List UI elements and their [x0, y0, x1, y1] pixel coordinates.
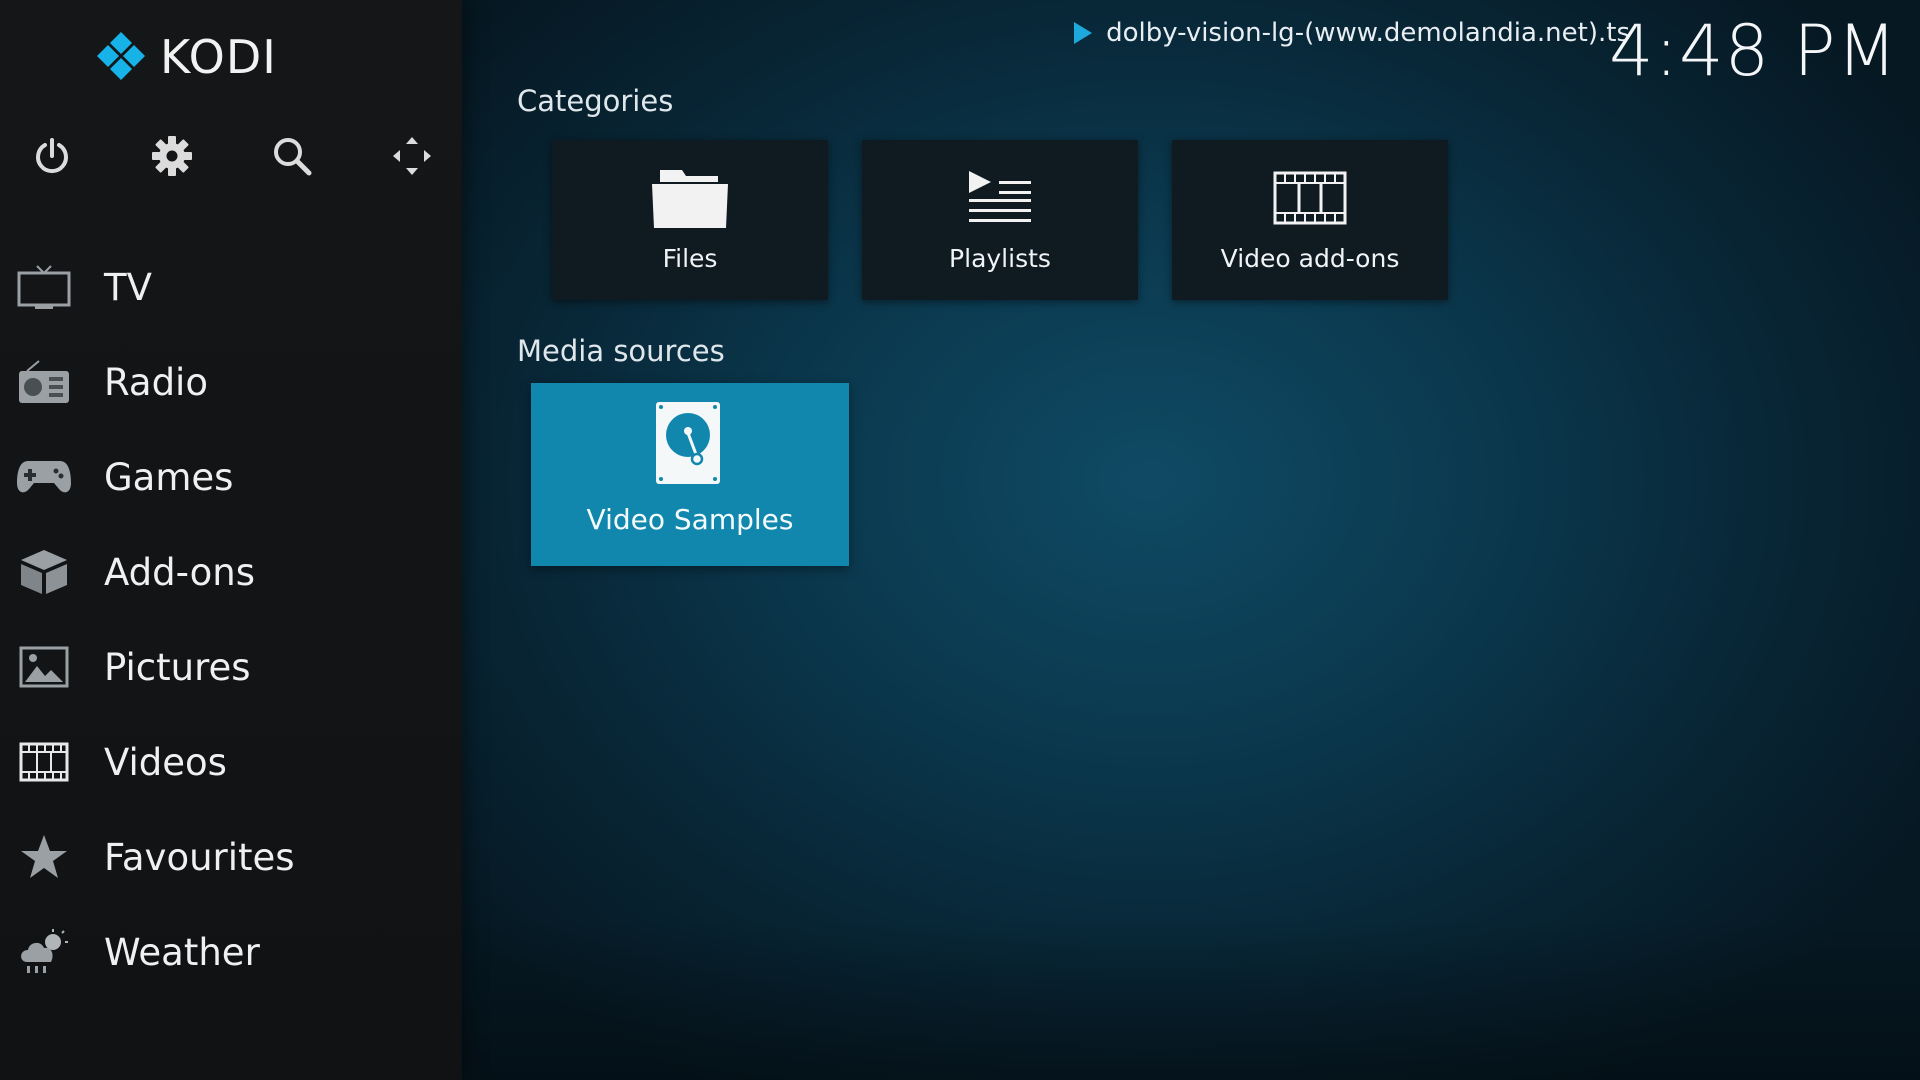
- nav-item-label: Pictures: [104, 646, 251, 689]
- hard-drive-icon: [655, 401, 725, 487]
- now-playing-indicator[interactable]: dolby-vision-lg-(www.demolandia.net).ts: [1072, 18, 1630, 48]
- tile-label: Files: [662, 244, 718, 273]
- now-playing-title: dolby-vision-lg-(www.demolandia.net).ts: [1106, 18, 1630, 48]
- main-menu: TV Radio Games Add-ons Pictures Videos F…: [0, 240, 462, 1000]
- power-button[interactable]: [28, 132, 76, 180]
- addons-box-icon: [16, 547, 72, 597]
- fullscreen-button[interactable]: [388, 132, 436, 180]
- gamepad-icon: [16, 452, 72, 502]
- nav-item-label: Favourites: [104, 836, 295, 879]
- fullscreen-arrows-icon: [393, 137, 431, 175]
- category-tile-playlists[interactable]: Playlists: [862, 140, 1138, 300]
- nav-item-label: Games: [104, 456, 234, 499]
- film-icon: [16, 737, 72, 787]
- picture-icon: [16, 642, 72, 692]
- sidebar: KODI TV Radio Games Add-ons Pictures Vid…: [0, 0, 462, 1080]
- category-tile-files[interactable]: Files: [552, 140, 828, 300]
- tile-label: Playlists: [949, 244, 1051, 273]
- search-button[interactable]: [268, 132, 316, 180]
- radio-icon: [16, 357, 72, 407]
- bottom-shade: [462, 920, 1920, 1080]
- settings-button[interactable]: [148, 132, 196, 180]
- nav-item-label: Videos: [104, 741, 227, 784]
- tv-icon: [16, 262, 72, 312]
- tile-label: Video Samples: [586, 503, 794, 536]
- nav-item-addons[interactable]: Add-ons: [0, 525, 462, 620]
- nav-item-label: TV: [104, 266, 152, 309]
- categories-heading: Categories: [517, 84, 674, 118]
- kodi-logo-icon: [97, 32, 145, 80]
- nav-item-videos[interactable]: Videos: [0, 715, 462, 810]
- media-source-tile-video-samples[interactable]: Video Samples: [531, 383, 849, 566]
- play-icon: [1074, 22, 1093, 44]
- kodi-logo[interactable]: KODI: [92, 30, 277, 84]
- nav-item-favourites[interactable]: Favourites: [0, 810, 462, 905]
- playlist-icon: [955, 162, 1045, 234]
- search-icon: [274, 138, 312, 176]
- nav-item-weather[interactable]: Weather: [0, 905, 462, 1000]
- nav-item-label: Radio: [104, 361, 208, 404]
- gear-icon: [152, 136, 192, 176]
- folder-icon: [645, 162, 735, 234]
- nav-item-tv[interactable]: TV: [0, 240, 462, 335]
- weather-icon: [16, 927, 72, 977]
- category-tile-video-addons[interactable]: Video add-ons: [1172, 140, 1448, 300]
- nav-item-label: Add-ons: [104, 551, 256, 594]
- media-sources-heading: Media sources: [517, 334, 725, 368]
- star-icon: [16, 832, 72, 882]
- power-icon: [36, 138, 68, 174]
- nav-item-label: Weather: [104, 931, 260, 974]
- clock: 4:48 PM: [1608, 10, 1898, 92]
- film-strip-icon: [1265, 162, 1355, 234]
- top-icon-bar: [28, 132, 448, 192]
- app-name: KODI: [160, 30, 277, 84]
- nav-item-radio[interactable]: Radio: [0, 335, 462, 430]
- nav-item-pictures[interactable]: Pictures: [0, 620, 462, 715]
- nav-item-games[interactable]: Games: [0, 430, 462, 525]
- tile-label: Video add-ons: [1220, 244, 1400, 273]
